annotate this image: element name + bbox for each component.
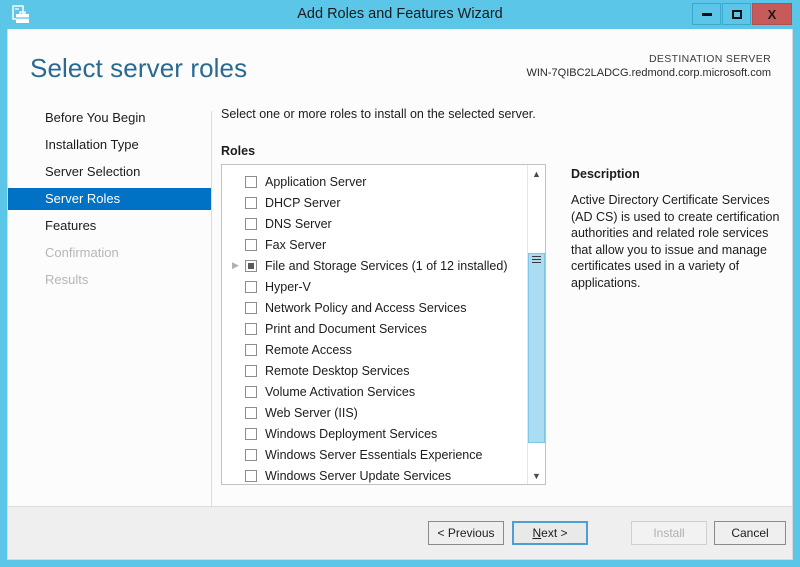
scroll-up-icon[interactable]: ▲ [528,165,545,182]
role-checkbox[interactable] [245,175,257,188]
role-label: Windows Server Update Services [265,468,452,483]
scroll-down-icon[interactable]: ▼ [528,467,545,484]
sidebar-item-server-selection[interactable]: Server Selection [8,161,211,183]
previous-button[interactable]: < Previous [428,521,504,545]
role-label: Hyper-V [265,279,311,294]
role-row[interactable]: Volume Activation Services [222,381,527,402]
role-label: DHCP Server [265,195,341,210]
role-label: Network Policy and Access Services [265,300,467,315]
role-row[interactable]: Windows Server Essentials Experience [222,444,527,465]
next-button-mnemonic: N [532,526,542,540]
destination-server-name: WIN-7QIBC2LADCG.redmond.corp.microsoft.c… [526,67,771,79]
cancel-button[interactable]: Cancel [714,521,786,545]
sidebar-item-before-you-begin[interactable]: Before You Begin [8,107,211,129]
roles-scrollbar[interactable]: ▲ ▼ [527,165,545,484]
scrollbar-thumb[interactable] [528,253,545,443]
wizard-footer: < Previous Next > Install Cancel [8,506,792,559]
minimize-button[interactable] [692,3,721,25]
roles-section-label: Roles [221,144,256,158]
next-button-label: ext > [541,526,568,540]
role-label: Print and Document Services [265,321,427,336]
role-label: DNS Server [265,216,332,231]
sidebar-item-server-roles[interactable]: Server Roles [8,188,211,210]
role-checkbox[interactable] [245,196,257,209]
role-label: File and Storage Services (1 of 12 insta… [265,258,508,273]
sidebar-item-features[interactable]: Features [8,215,211,237]
roles-list: Application Server DHCP Server DNS Server F… [222,171,527,484]
main-content: Select one or more roles to install on t… [221,107,561,485]
maximize-button[interactable] [722,3,751,25]
title-bar[interactable]: Add Roles and Features Wizard X [0,0,800,29]
destination-server-label: DESTINATION SERVER [648,53,771,65]
role-row[interactable]: Web Server (IIS) [222,402,527,423]
role-label: Remote Access [265,342,352,357]
role-checkbox[interactable] [245,322,257,335]
sidebar-item-results: Results [45,272,89,287]
description-title: Description [571,167,640,181]
scrollbar-grip-icon [532,256,541,263]
role-row[interactable]: Windows Deployment Services [222,423,527,444]
role-row[interactable]: DNS Server [222,213,527,234]
role-checkbox[interactable] [245,406,257,419]
role-row[interactable]: Remote Access [222,339,527,360]
role-row[interactable]: Fax Server [222,234,527,255]
install-button: Install [631,521,707,545]
role-label: Application Server [265,174,367,189]
role-label: Volume Activation Services [265,384,416,399]
role-checkbox[interactable] [245,238,257,251]
role-checkbox[interactable] [245,427,257,440]
minimize-icon [701,12,712,16]
page-title: Select server roles [30,53,248,83]
role-label: Fax Server [265,237,327,252]
role-label: Remote Desktop Services [265,363,410,378]
role-checkbox[interactable] [245,217,257,230]
add-roles-wizard-window: Add Roles and Features Wizard X Select s… [0,0,800,567]
description-body: Active Directory Certificate Services (A… [571,193,780,290]
wizard-step-nav: Before You Begin Installation Type Server … [8,107,211,296]
role-checkbox[interactable] [245,259,257,272]
roles-listbox[interactable]: Application Server DHCP Server DNS Server F… [221,164,546,485]
role-label: Web Server (IIS) [265,405,358,420]
sidebar-item-installation-type[interactable]: Installation Type [8,134,211,156]
role-row[interactable]: Remote Desktop Services [222,360,527,381]
role-row[interactable]: Hyper-V [222,276,527,297]
role-row[interactable]: DHCP Server [222,192,527,213]
role-checkbox[interactable] [245,364,257,377]
role-checkbox[interactable] [245,469,257,482]
destination-server-block: DESTINATION SERVER WIN-7QIBC2LADCG.redmo… [526,53,771,79]
role-row[interactable]: Print and Document Services [222,318,527,339]
role-checkbox[interactable] [245,385,257,398]
role-row[interactable]: Windows Server Update Services [222,465,527,484]
sidebar-item-confirmation: Confirmation [45,245,119,260]
maximize-icon [731,9,742,19]
close-button[interactable]: X [752,3,792,25]
description-panel: Description Active Directory Certificate… [571,167,783,291]
window-title: Add Roles and Features Wizard [297,6,503,22]
instruction-text: Select one or more roles to install on t… [221,107,536,121]
role-label: Windows Server Essentials Experience [265,447,483,462]
wizard-client-area: Select server roles DESTINATION SERVER W… [7,29,793,560]
role-checkbox[interactable] [245,301,257,314]
role-checkbox[interactable] [245,448,257,461]
next-button[interactable]: Next > [512,521,588,545]
role-row[interactable]: ▶ File and Storage Services (1 of 12 inst… [222,255,527,276]
expand-triangle-icon[interactable]: ▶ [232,261,245,270]
sidebar-divider [211,111,212,522]
role-row[interactable]: Network Policy and Access Services [222,297,527,318]
role-checkbox[interactable] [245,280,257,293]
role-checkbox[interactable] [245,343,257,356]
role-label: Windows Deployment Services [265,426,438,441]
role-row[interactable]: Application Server [222,171,527,192]
